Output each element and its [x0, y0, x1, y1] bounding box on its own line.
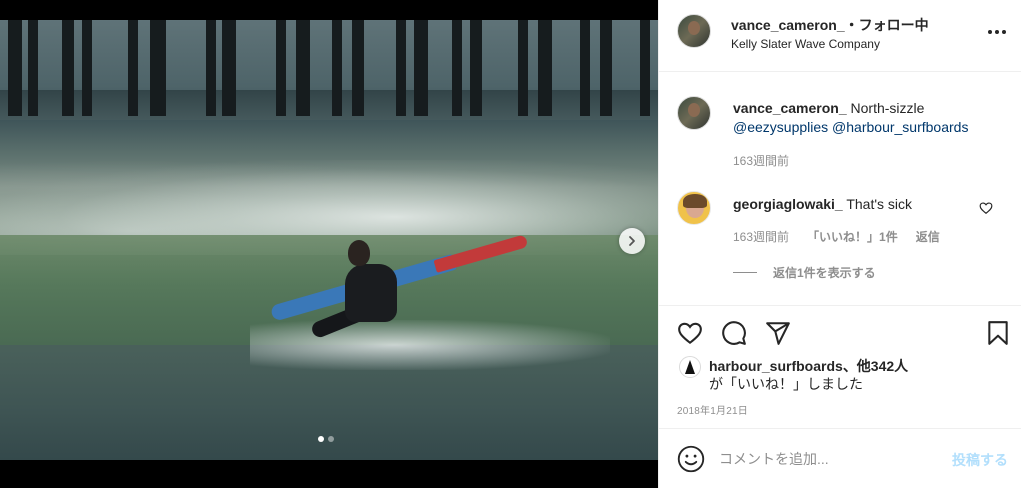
share-icon[interactable]	[765, 320, 791, 346]
comment-text: That's sick	[846, 196, 913, 212]
comment: georgiaglowaki_ That's sick	[733, 195, 912, 213]
post-photo	[0, 20, 658, 460]
likes-suffix: が「いいね！」しました	[709, 376, 863, 392]
caption-author-avatar[interactable]	[677, 96, 711, 130]
post-actions-bar	[659, 305, 1021, 365]
photo-foam	[250, 320, 610, 370]
caption-mention-harbour-surfboards[interactable]: @harbour_surfboards	[832, 119, 968, 135]
author-name-line: vance_cameron_・フォロー中	[731, 15, 929, 35]
replies-divider	[733, 272, 757, 273]
follow-status[interactable]: ・フォロー中	[845, 17, 929, 33]
likes-others[interactable]: 、他342人	[843, 358, 908, 374]
view-replies-label: 返信1件を表示する	[773, 266, 876, 280]
post-date[interactable]: 2018年1月21日	[677, 402, 748, 417]
emoji-icon[interactable]	[677, 445, 705, 473]
comment-like-count[interactable]: 「いいね！」1件	[807, 228, 898, 245]
author-avatar[interactable]	[677, 14, 711, 48]
comment-reply-button[interactable]: 返信	[916, 228, 940, 245]
comment-input[interactable]	[719, 447, 939, 471]
post-media	[0, 0, 658, 488]
view-replies-button[interactable]: 返信1件を表示する	[733, 264, 876, 281]
comment-like-heart-icon[interactable]	[979, 201, 993, 215]
post-header: vance_cameron_・フォロー中 Kelly Slater Wave C…	[659, 0, 1021, 72]
caption-username[interactable]: vance_cameron_	[733, 100, 847, 116]
instagram-post-view: vance_cameron_・フォロー中 Kelly Slater Wave C…	[0, 0, 1021, 488]
more-icon[interactable]	[988, 26, 1008, 38]
carousel-next-button[interactable]	[619, 228, 645, 254]
caption-timestamp[interactable]: 163週間前	[733, 152, 789, 169]
comment-icon[interactable]	[721, 320, 747, 346]
comment-meta: 163週間前 「いいね！」1件 返信	[733, 228, 940, 245]
liker-avatar[interactable]	[679, 356, 701, 378]
chevron-right-icon	[629, 236, 635, 246]
bookmark-icon[interactable]	[985, 320, 1011, 346]
caption-mention-eezysupplies[interactable]: @eezysupplies	[733, 119, 828, 135]
comment-username[interactable]: georgiaglowaki_	[733, 196, 843, 212]
post-side-panel: vance_cameron_・フォロー中 Kelly Slater Wave C…	[658, 0, 1021, 488]
author-username[interactable]: vance_cameron_	[731, 17, 845, 33]
likes-summary: harbour_surfboards、他342人 が「いいね！」しました	[709, 357, 1009, 393]
likes-first-user[interactable]: harbour_surfboards	[709, 358, 843, 374]
post-caption: vance_cameron_ North-sizzle @eezysupplie…	[733, 99, 1005, 137]
caption-text: North-sizzle	[850, 100, 925, 116]
post-location[interactable]: Kelly Slater Wave Company	[731, 37, 880, 51]
carousel-indicator	[318, 436, 334, 442]
carousel-dot-2	[328, 436, 334, 442]
heart-icon[interactable]	[677, 320, 703, 346]
carousel-dot-1	[318, 436, 324, 442]
post-comment-button[interactable]: 投稿する	[952, 450, 1008, 470]
photo-surfer	[309, 240, 405, 350]
comment-form: 投稿する	[659, 428, 1021, 488]
photo-pier	[0, 20, 658, 116]
commenter-avatar[interactable]	[677, 191, 711, 225]
comment-timestamp[interactable]: 163週間前	[733, 228, 789, 245]
